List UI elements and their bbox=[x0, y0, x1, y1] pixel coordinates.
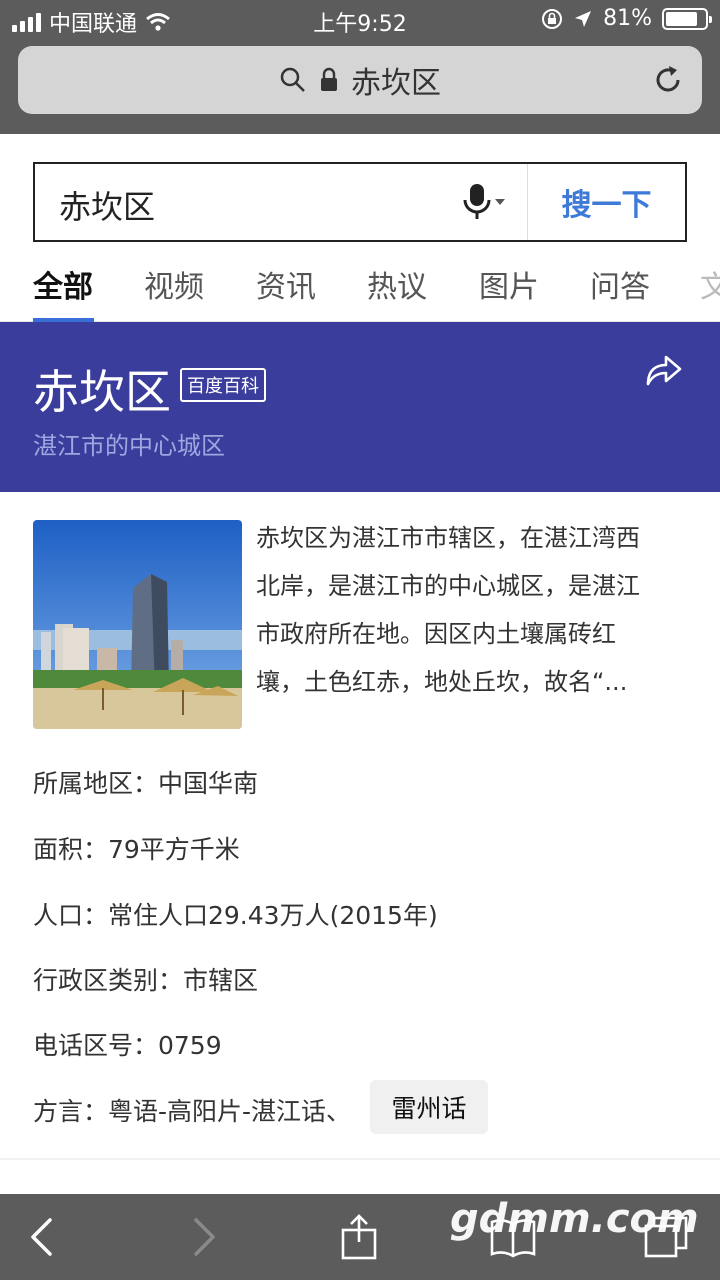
info-area: 面积：79平方千米 bbox=[33, 835, 240, 864]
info-population: 人口：常住人口29.43万人(2015年) bbox=[33, 901, 438, 930]
city-photo[interactable] bbox=[33, 520, 242, 729]
entry-subtitle: 湛江市的中心城区 bbox=[33, 432, 225, 460]
entry-summary[interactable]: 赤坎区为湛江市市辖区，在湛江湾西 北岸，是湛江市的中心城区，是湛江 市政府所在地… bbox=[256, 514, 692, 706]
summary-line: 北岸，是湛江市的中心城区，是湛江 bbox=[256, 572, 640, 600]
address-bar[interactable]: 赤坎区 bbox=[18, 46, 702, 114]
info-area-code: 电话区号：0759 bbox=[33, 1031, 222, 1060]
search-icon bbox=[280, 67, 305, 92]
reload-icon[interactable] bbox=[652, 64, 684, 96]
microphone-icon[interactable] bbox=[457, 182, 517, 222]
tab-more[interactable]: 文 bbox=[700, 262, 720, 320]
info-region: 所属地区：中国华南 bbox=[33, 769, 259, 798]
info-admin-type: 行政区类别：市辖区 bbox=[33, 966, 259, 995]
tab-news[interactable]: 资讯 bbox=[256, 262, 316, 320]
tab-images[interactable]: 图片 bbox=[479, 262, 539, 320]
search-button[interactable]: 搜一下 bbox=[527, 164, 685, 240]
search-box[interactable]: 赤坎区 搜一下 bbox=[33, 162, 687, 242]
browser-top-chrome: 中国联通 上午9:52 81% 赤坎区 bbox=[0, 0, 720, 134]
summary-line: 市政府所在地。因区内土壤属砖红 bbox=[256, 620, 616, 648]
result-tabs: 全部 视频 资讯 热议 图片 问答 文 bbox=[0, 262, 720, 322]
search-input[interactable]: 赤坎区 bbox=[59, 182, 155, 228]
back-icon[interactable] bbox=[18, 1212, 68, 1262]
info-dialect: 方言：粤语-高阳片-湛江话、 bbox=[33, 1097, 352, 1126]
orientation-lock-icon bbox=[542, 8, 563, 29]
status-bar: 中国联通 上午9:52 81% bbox=[0, 0, 720, 40]
battery-percent: 81% bbox=[603, 6, 652, 31]
tab-discussion[interactable]: 热议 bbox=[367, 262, 427, 320]
summary-line: 壤，土色红赤，地处丘坎，故名“... bbox=[256, 668, 628, 696]
share-sheet-icon[interactable] bbox=[334, 1212, 384, 1262]
lock-icon bbox=[321, 67, 337, 91]
tab-qa[interactable]: 问答 bbox=[590, 262, 650, 320]
section-divider bbox=[0, 1158, 720, 1160]
summary-line: 赤坎区为湛江市市辖区，在湛江湾西 bbox=[256, 524, 640, 552]
baike-badge: 百度百科 bbox=[180, 368, 266, 402]
address-text: 赤坎区 bbox=[351, 66, 441, 101]
dialect-tag-button[interactable]: 雷州话 bbox=[370, 1080, 488, 1134]
watermark: gdmm.com bbox=[450, 1196, 699, 1242]
forward-icon[interactable] bbox=[178, 1212, 228, 1262]
tab-all[interactable]: 全部 bbox=[33, 262, 93, 320]
share-icon[interactable] bbox=[644, 352, 684, 388]
location-arrow-icon bbox=[575, 10, 592, 27]
tab-video[interactable]: 视频 bbox=[144, 262, 204, 320]
battery-icon bbox=[662, 7, 712, 30]
entry-title[interactable]: 赤坎区 bbox=[33, 356, 171, 422]
baike-card-header[interactable]: 赤坎区 百度百科 湛江市的中心城区 bbox=[0, 322, 720, 492]
